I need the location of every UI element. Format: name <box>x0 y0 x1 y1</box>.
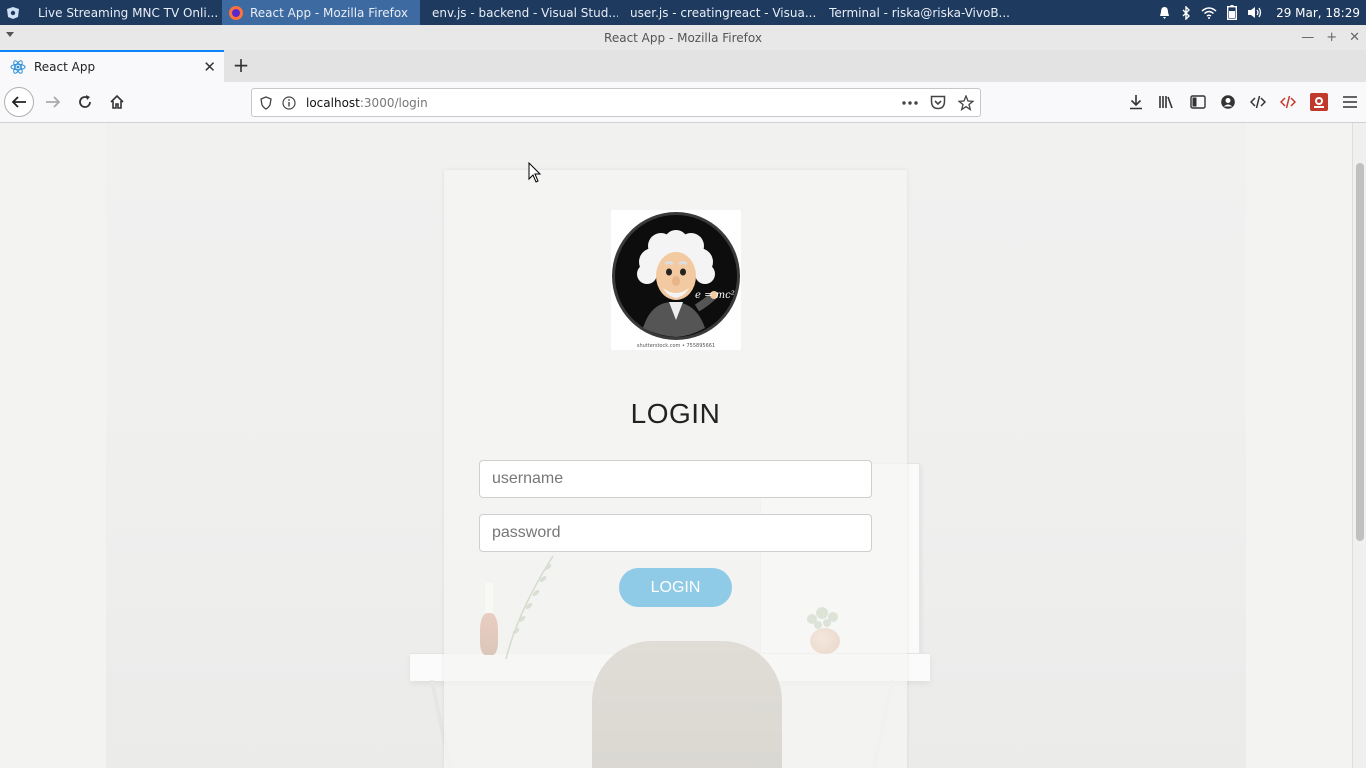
sidebar-icon[interactable] <box>1190 95 1206 109</box>
taskbar-item-terminal[interactable]: Terminal - riska@riska-VivoB... <box>816 0 1016 25</box>
terminal-icon <box>822 11 824 14</box>
tab-strip: React App ✕ + <box>0 50 1366 82</box>
url-host: localhost <box>306 95 360 110</box>
maximize-icon[interactable]: + <box>1326 30 1337 45</box>
username-input[interactable] <box>479 460 872 498</box>
taskbar-item-label: Live Streaming MNC TV Onli... <box>38 5 219 20</box>
taskbar-item-label: React App - Mozilla Firefox <box>250 5 408 20</box>
login-heading: LOGIN <box>630 398 721 429</box>
bookmark-star-icon[interactable] <box>958 94 974 111</box>
taskbar-item-user-js[interactable]: user.js - creatingreact - Visua... <box>618 0 816 25</box>
forward-arrow-icon <box>46 96 61 108</box>
taskbar-item-label: user.js - creatingreact - Visua... <box>630 5 816 20</box>
reload-button[interactable] <box>70 87 100 117</box>
downloads-icon[interactable] <box>1128 94 1144 110</box>
page-viewport: e = mc² shutterstock.com • 755895661 LOG… <box>0 123 1352 768</box>
window-title: React App - Mozilla Firefox <box>604 30 762 45</box>
clock[interactable]: 29 Mar, 18:29 <box>1276 6 1360 20</box>
close-tab-icon[interactable]: ✕ <box>203 58 216 76</box>
password-input[interactable] <box>479 514 872 552</box>
einstein-avatar-image: e = mc² shutterstock.com • 755895661 <box>612 212 740 349</box>
extension-icon[interactable] <box>1310 93 1328 111</box>
notification-bell-icon[interactable] <box>1158 6 1171 20</box>
avatar: e = mc² shutterstock.com • 755895661 <box>611 210 741 350</box>
app-launcher-button[interactable] <box>0 0 26 25</box>
site-info-icon[interactable] <box>282 95 296 110</box>
library-icon[interactable] <box>1158 94 1176 110</box>
react-devtools-icon[interactable] <box>1280 95 1296 109</box>
login-button[interactable]: LOGIN <box>619 568 732 607</box>
volume-icon[interactable] <box>1247 6 1262 19</box>
minimize-icon[interactable]: — <box>1301 30 1314 45</box>
page-actions-icon[interactable] <box>902 100 918 105</box>
menu-hamburger-icon[interactable] <box>1342 95 1358 109</box>
app-launcher-icon <box>7 6 19 19</box>
url-bar[interactable]: localhost:3000/login <box>251 88 981 117</box>
taskbar-item-mnc-tv[interactable]: Live Streaming MNC TV Onli... <box>26 0 222 25</box>
taskbar-item-label: Terminal - riska@riska-VivoB... <box>829 5 1010 20</box>
system-tray: 29 Mar, 18:29 <box>1158 0 1360 25</box>
home-button[interactable] <box>102 87 132 117</box>
window-menu-arrow-icon[interactable] <box>6 32 14 38</box>
tracking-shield-icon[interactable] <box>260 95 272 110</box>
reload-icon <box>79 95 91 108</box>
avatar-caption: shutterstock.com • 755895661 <box>637 343 715 349</box>
mouse-cursor-icon <box>528 162 542 183</box>
wifi-icon[interactable] <box>1201 6 1217 19</box>
navigation-bar: localhost:3000/login <box>0 82 1366 123</box>
taskbar-item-env-js[interactable]: env.js - backend - Visual Stud... <box>420 0 618 25</box>
taskbar-item-label: env.js - backend - Visual Stud... <box>432 5 618 20</box>
pocket-icon[interactable] <box>930 95 946 110</box>
account-icon[interactable] <box>1220 94 1236 110</box>
home-icon <box>110 94 124 109</box>
login-card: e = mc² shutterstock.com • 755895661 LOG… <box>444 170 907 768</box>
new-tab-button[interactable]: + <box>230 53 252 77</box>
window-title-bar: React App - Mozilla Firefox — + ✕ <box>0 25 1366 50</box>
battery-icon[interactable] <box>1227 5 1238 20</box>
browser-toolbar-right <box>1128 87 1358 117</box>
os-taskbar: Live Streaming MNC TV Onli... React App … <box>0 0 1366 25</box>
back-arrow-icon <box>11 96 26 108</box>
developer-tools-icon[interactable] <box>1250 95 1266 109</box>
taskbar-item-react-app[interactable]: React App - Mozilla Firefox <box>222 0 420 25</box>
avatar-formula: e = mc² <box>695 290 735 301</box>
url-path: :3000/login <box>359 95 428 110</box>
back-button[interactable] <box>4 87 34 117</box>
page-scrollbar[interactable] <box>1352 123 1366 768</box>
url-text[interactable]: localhost:3000/login <box>306 96 428 110</box>
tab-title: React App <box>34 60 96 74</box>
firefox-icon <box>229 5 243 20</box>
close-window-icon[interactable]: ✕ <box>1349 30 1360 45</box>
bluetooth-icon[interactable] <box>1181 5 1191 20</box>
forward-button[interactable] <box>38 87 68 117</box>
tab-react-app[interactable]: React App ✕ <box>0 50 224 82</box>
scrollbar-thumb[interactable] <box>1356 163 1364 541</box>
react-logo-icon <box>10 60 26 74</box>
